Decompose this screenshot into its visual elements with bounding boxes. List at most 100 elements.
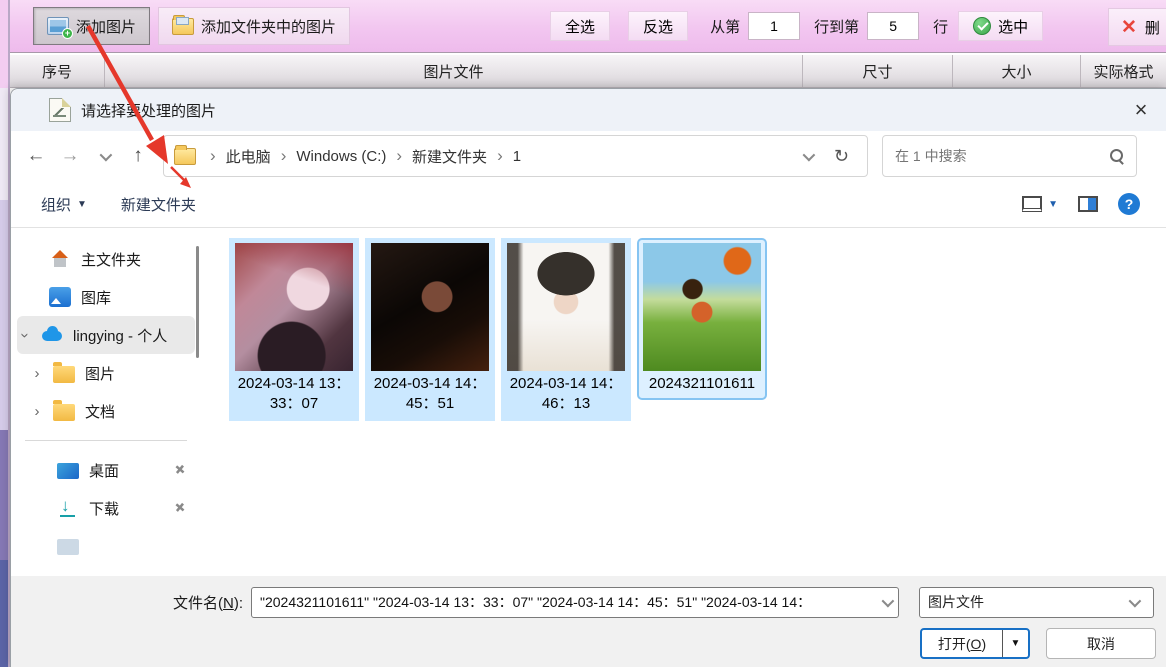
filename-combobox[interactable] bbox=[251, 587, 899, 618]
view-options-button[interactable]: ▼ bbox=[1022, 196, 1058, 212]
new-folder-button[interactable]: 新建文件夹 bbox=[121, 194, 196, 215]
sidebar: 主文件夹 图库 › lingying - 个人 › 图片 bbox=[11, 228, 201, 576]
pin-icon: ✚ bbox=[170, 460, 189, 479]
sidebar-item-label: 桌面 bbox=[89, 460, 119, 481]
add-image-label: 添加图片 bbox=[76, 16, 136, 37]
add-folder-images-label: 添加文件夹中的图片 bbox=[201, 16, 336, 37]
forward-icon[interactable]: → bbox=[53, 145, 87, 167]
image-table-header: 序号 图片文件 尺寸 大小 实际格式 bbox=[10, 54, 1166, 88]
sidebar-item-home[interactable]: 主文件夹 bbox=[17, 240, 195, 278]
folder-icon bbox=[53, 366, 75, 383]
breadcrumb-this-pc[interactable]: 此电脑 bbox=[226, 146, 271, 167]
filetype-value: 图片文件 bbox=[928, 592, 1121, 612]
search-input[interactable] bbox=[895, 148, 1110, 164]
col-format[interactable]: 实际格式 bbox=[1081, 55, 1166, 87]
filename-input[interactable] bbox=[252, 594, 874, 610]
check-icon bbox=[973, 17, 991, 35]
organize-caret-icon: ▼ bbox=[77, 199, 87, 210]
col-size[interactable]: 大小 bbox=[953, 55, 1081, 87]
file-label: 2024-03-14 14：45：51 bbox=[370, 374, 490, 415]
sidebar-item-gallery[interactable]: 图库 bbox=[17, 278, 195, 316]
refresh-icon[interactable]: ↻ bbox=[834, 146, 849, 167]
app-toolbar: + 添加图片 添加文件夹中的图片 全选 反选 从第 行到第 行 选中 bbox=[10, 0, 1166, 53]
expand-chevron-icon[interactable]: › bbox=[29, 365, 45, 382]
add-image-button[interactable]: + 添加图片 bbox=[33, 7, 150, 45]
dialog-title: 请选择要处理的图片 bbox=[81, 100, 216, 121]
thumbnail-portrait-pink bbox=[235, 243, 353, 371]
file-label: 2024321101611 bbox=[642, 374, 762, 394]
search-box[interactable] bbox=[882, 135, 1137, 177]
filename-label: 文件名(N): bbox=[11, 592, 251, 613]
breadcrumb-drive-c[interactable]: Windows (C:) bbox=[296, 148, 386, 165]
view-icon bbox=[1022, 196, 1042, 212]
sidebar-item-documents[interactable]: › 文档 bbox=[17, 392, 195, 430]
expand-chevron-icon[interactable]: › bbox=[29, 403, 45, 420]
organize-label: 组织 bbox=[41, 194, 71, 215]
dialog-navbar: ← → ↑ › 此电脑 › Windows (C:) › 新建文件夹 › 1 ↻ bbox=[11, 131, 1166, 181]
sidebar-scrollbar[interactable] bbox=[196, 246, 199, 358]
sidebar-item-label: 图库 bbox=[81, 287, 111, 308]
select-all-button[interactable]: 全选 bbox=[550, 11, 610, 41]
col-image-file[interactable]: 图片文件 bbox=[105, 55, 803, 87]
file-list: 2024-03-14 13：33：07 2024-03-14 14：45：51 … bbox=[201, 228, 1166, 576]
help-icon[interactable]: ? bbox=[1118, 193, 1140, 215]
close-icon[interactable]: × bbox=[1124, 93, 1158, 127]
open-button-label: 打开(O) bbox=[922, 630, 1002, 657]
filetype-dropdown-icon bbox=[1121, 598, 1145, 607]
organize-menu[interactable]: 组织 ▼ bbox=[41, 194, 87, 215]
invert-select-button[interactable]: 反选 bbox=[628, 11, 688, 41]
sidebar-item-downloads[interactable]: 下载 ✚ bbox=[17, 489, 195, 527]
filename-dropdown-icon[interactable] bbox=[874, 598, 898, 607]
sidebar-item-partial[interactable] bbox=[17, 527, 195, 565]
breadcrumb-new-folder[interactable]: 新建文件夹 bbox=[412, 146, 487, 167]
thumbnail-portrait-glasses bbox=[507, 243, 625, 371]
sidebar-item-pictures[interactable]: › 图片 bbox=[17, 354, 195, 392]
breadcrumb[interactable]: › 此电脑 › Windows (C:) › 新建文件夹 › 1 ↻ bbox=[163, 135, 868, 177]
back-icon[interactable]: ← bbox=[19, 145, 53, 167]
home-icon bbox=[49, 249, 71, 269]
row-unit-label: 行 bbox=[933, 16, 948, 37]
delete-button[interactable]: ✕ 删 bbox=[1108, 8, 1166, 46]
to-row-input[interactable] bbox=[867, 12, 919, 40]
select-marked-label: 选中 bbox=[998, 16, 1028, 37]
add-image-icon: + bbox=[47, 17, 69, 35]
from-row-input[interactable] bbox=[748, 12, 800, 40]
filetype-select[interactable]: 图片文件 bbox=[919, 587, 1154, 618]
cancel-button[interactable]: 取消 bbox=[1046, 628, 1156, 659]
onedrive-cloud-icon bbox=[41, 325, 63, 345]
collapse-chevron-icon[interactable]: › bbox=[17, 327, 34, 343]
address-dropdown-icon[interactable] bbox=[803, 148, 812, 165]
dialog-image-icon bbox=[49, 98, 71, 122]
up-icon[interactable]: ↑ bbox=[121, 145, 155, 167]
file-open-dialog: 请选择要处理的图片 × ← → ↑ › 此电脑 › Windows (C:) ›… bbox=[10, 88, 1166, 667]
dialog-footer: 文件名(N): 图片文件 打开(O) ▼ 取消 bbox=[11, 576, 1166, 667]
recent-chevron-icon[interactable] bbox=[87, 145, 121, 167]
breadcrumb-separator: › bbox=[210, 146, 216, 166]
select-marked-button[interactable]: 选中 bbox=[958, 11, 1043, 41]
dialog-titlebar: 请选择要处理的图片 × bbox=[11, 89, 1166, 131]
delete-x-icon: ✕ bbox=[1121, 18, 1137, 37]
file-label: 2024-03-14 14：46：13 bbox=[506, 374, 626, 415]
open-dropdown-icon[interactable]: ▼ bbox=[1002, 630, 1028, 657]
breadcrumb-folder-1[interactable]: 1 bbox=[513, 148, 521, 165]
open-button[interactable]: 打开(O) ▼ bbox=[920, 628, 1030, 659]
breadcrumb-separator: › bbox=[497, 146, 503, 166]
sidebar-divider bbox=[25, 440, 187, 441]
sidebar-item-label: lingying - 个人 bbox=[73, 325, 167, 346]
folder-icon bbox=[53, 404, 75, 421]
sidebar-item-label: 图片 bbox=[85, 363, 115, 384]
sidebar-item-onedrive[interactable]: › lingying - 个人 bbox=[17, 316, 195, 354]
partial-icon bbox=[57, 539, 79, 555]
preview-pane-icon[interactable] bbox=[1078, 196, 1098, 212]
col-index[interactable]: 序号 bbox=[10, 55, 105, 87]
col-dimensions[interactable]: 尺寸 bbox=[803, 55, 953, 87]
to-row-label: 行到第 bbox=[814, 16, 859, 37]
add-folder-images-button[interactable]: 添加文件夹中的图片 bbox=[158, 7, 350, 45]
dialog-body: 主文件夹 图库 › lingying - 个人 › 图片 bbox=[11, 228, 1166, 576]
file-tile-4[interactable]: 2024321101611 bbox=[637, 238, 767, 400]
downloads-icon bbox=[57, 498, 79, 518]
file-tile-3[interactable]: 2024-03-14 14：46：13 bbox=[501, 238, 631, 421]
sidebar-item-desktop[interactable]: 桌面 ✚ bbox=[17, 451, 195, 489]
file-tile-1[interactable]: 2024-03-14 13：33：07 bbox=[229, 238, 359, 421]
file-tile-2[interactable]: 2024-03-14 14：45：51 bbox=[365, 238, 495, 421]
